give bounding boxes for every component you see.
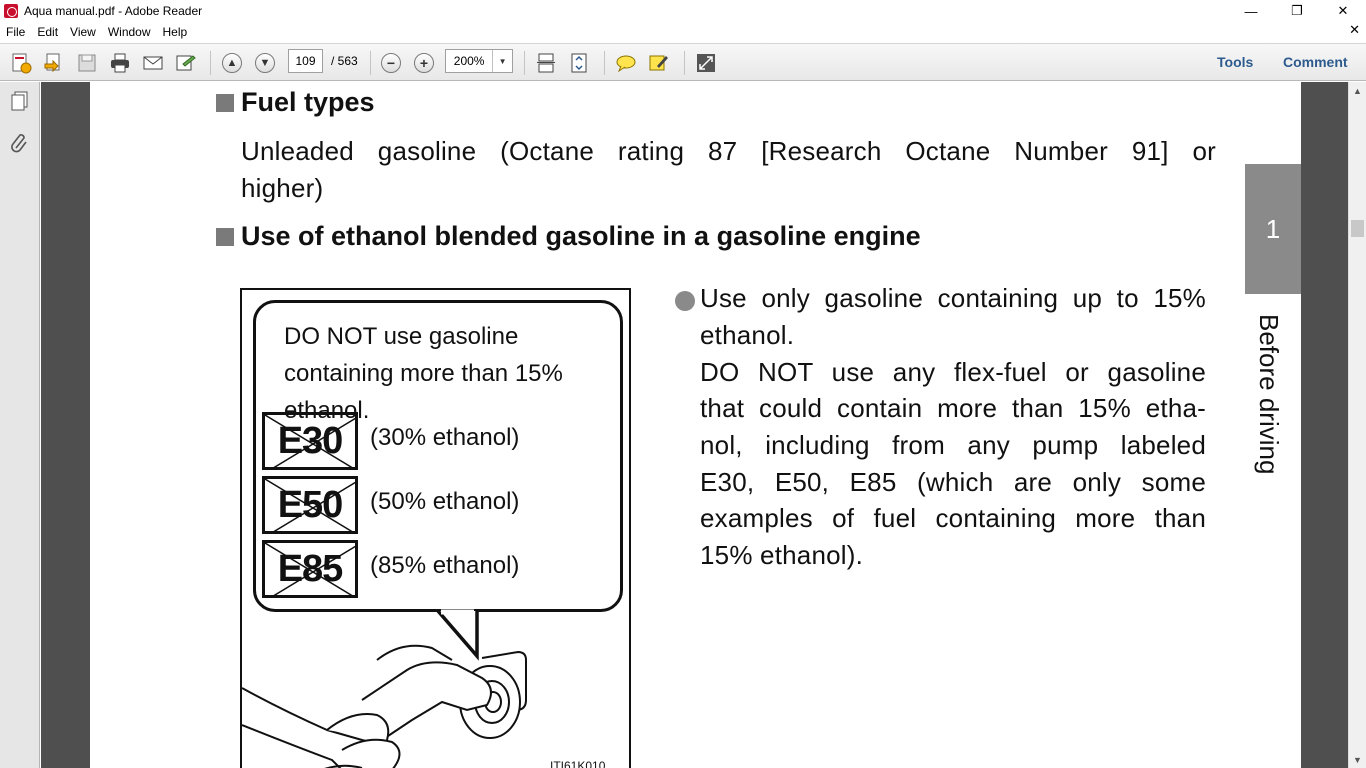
toolbar-separator xyxy=(370,51,371,75)
title-bar: Aqua manual.pdf - Adobe Reader — ❐ ✕ xyxy=(0,0,1366,22)
toolbar-separator xyxy=(604,51,605,75)
e30-label-crossed: E30 xyxy=(262,412,358,470)
page-thumbnails-icon[interactable] xyxy=(9,90,31,112)
scroll-thumb[interactable] xyxy=(1351,220,1364,237)
scroll-up-icon[interactable]: ▲ xyxy=(1349,82,1366,99)
menu-bar: File Edit View Window Help ✕ xyxy=(0,22,1366,41)
e85-code: E85 xyxy=(277,547,344,590)
comment-button[interactable]: Comment xyxy=(1283,54,1348,70)
bullet-circle xyxy=(675,291,695,311)
fuel-types-heading: Fuel types xyxy=(241,87,375,117)
menu-file[interactable]: File xyxy=(0,25,31,39)
right-col-line2: ethanol. xyxy=(700,320,795,350)
e85-description: (85% ethanol) xyxy=(370,552,520,579)
e30-code: E30 xyxy=(277,419,344,462)
chevron-down-icon[interactable]: ▼ xyxy=(492,50,512,72)
print-icon[interactable] xyxy=(109,52,131,74)
vertical-scrollbar[interactable]: ▲ ▼ xyxy=(1348,82,1366,768)
zoom-select[interactable]: 200% ▼ xyxy=(445,49,513,73)
heading-square xyxy=(216,228,234,246)
save-icon[interactable] xyxy=(76,52,98,74)
full-screen-icon[interactable] xyxy=(695,52,717,74)
next-page-icon[interactable]: ▼ xyxy=(254,52,276,74)
attachments-icon[interactable] xyxy=(9,132,31,154)
menu-edit[interactable]: Edit xyxy=(31,25,64,39)
right-col-line7: examples of fuel containing more than xyxy=(700,503,1206,533)
open-file-icon[interactable] xyxy=(43,52,65,74)
document-close-button[interactable]: ✕ xyxy=(1349,22,1360,38)
tools-button[interactable]: Tools xyxy=(1217,54,1253,70)
email-icon[interactable] xyxy=(142,52,164,74)
highlight-text-icon[interactable] xyxy=(648,52,670,74)
adobe-reader-icon xyxy=(4,4,18,18)
toolbar-separator xyxy=(684,51,685,75)
share-edit-icon[interactable] xyxy=(175,52,197,74)
fuel-warning-illustration: DO NOT use gasoline containing more than… xyxy=(240,288,631,768)
zoom-out-icon[interactable]: − xyxy=(380,52,402,74)
e50-description: (50% ethanol) xyxy=(370,488,520,515)
toolbar: ▲ ▼ − + xyxy=(0,43,1366,116)
window-controls: — ❐ ✕ xyxy=(1228,0,1366,22)
page-number-input[interactable]: 109 xyxy=(288,49,323,73)
navigation-pane xyxy=(0,82,40,768)
toolbar-separator xyxy=(210,51,211,75)
zoom-in-icon[interactable]: + xyxy=(413,52,435,74)
right-col-line8: 15% ethanol). xyxy=(700,540,864,570)
close-button[interactable]: ✕ xyxy=(1320,0,1366,22)
menu-view[interactable]: View xyxy=(64,25,102,39)
e85-label-crossed: E85 xyxy=(262,540,358,598)
right-col-line5: nol, including from any pump labeled xyxy=(700,430,1206,460)
e30-description: (30% ethanol) xyxy=(370,424,520,451)
pdf-page: Fuel types Unleaded gasoline (Octane rat… xyxy=(90,82,1301,768)
page-total: / 563 xyxy=(331,54,358,68)
chapter-label: Before driving xyxy=(1254,314,1284,475)
sticky-note-icon[interactable] xyxy=(615,52,637,74)
scroll-down-icon[interactable]: ▼ xyxy=(1349,751,1366,768)
right-col-line4: that could contain more than 15% etha- xyxy=(700,393,1206,423)
heading-square xyxy=(216,94,234,112)
e50-code: E50 xyxy=(277,483,344,526)
right-col-line3: DO NOT use any flex-fuel or gasoline xyxy=(700,357,1206,387)
create-pdf-icon[interactable] xyxy=(10,52,32,74)
menu-help[interactable]: Help xyxy=(157,25,194,39)
right-col-line6: E30, E50, E85 (which are only some xyxy=(700,467,1206,497)
window-title: Aqua manual.pdf - Adobe Reader xyxy=(24,4,203,18)
toolbar-separator xyxy=(524,51,525,75)
right-col-line1: Use only gasoline containing up to 15% xyxy=(700,283,1206,313)
minimize-button[interactable]: — xyxy=(1228,0,1274,22)
chapter-number: 1 xyxy=(1265,213,1281,244)
previous-page-icon[interactable]: ▲ xyxy=(221,52,243,74)
e50-label-crossed: E50 xyxy=(262,476,358,534)
fuel-types-body-line1: Unleaded gasoline (Octane rating 87 [Res… xyxy=(241,136,1216,166)
scrolling-mode-icon[interactable] xyxy=(535,52,557,74)
fuel-nozzle-drawing xyxy=(242,644,527,768)
ethanol-heading: Use of ethanol blended gasoline in a gas… xyxy=(241,221,921,251)
illustration-code: ITI61K010 xyxy=(550,759,606,768)
menu-window[interactable]: Window xyxy=(102,25,157,39)
fit-page-icon[interactable] xyxy=(568,52,590,74)
chapter-tab: 1 xyxy=(1245,164,1301,294)
zoom-value[interactable]: 200% xyxy=(446,54,492,68)
fuel-types-body-line2: higher) xyxy=(241,173,324,203)
maximize-button[interactable]: ❐ xyxy=(1274,0,1320,22)
